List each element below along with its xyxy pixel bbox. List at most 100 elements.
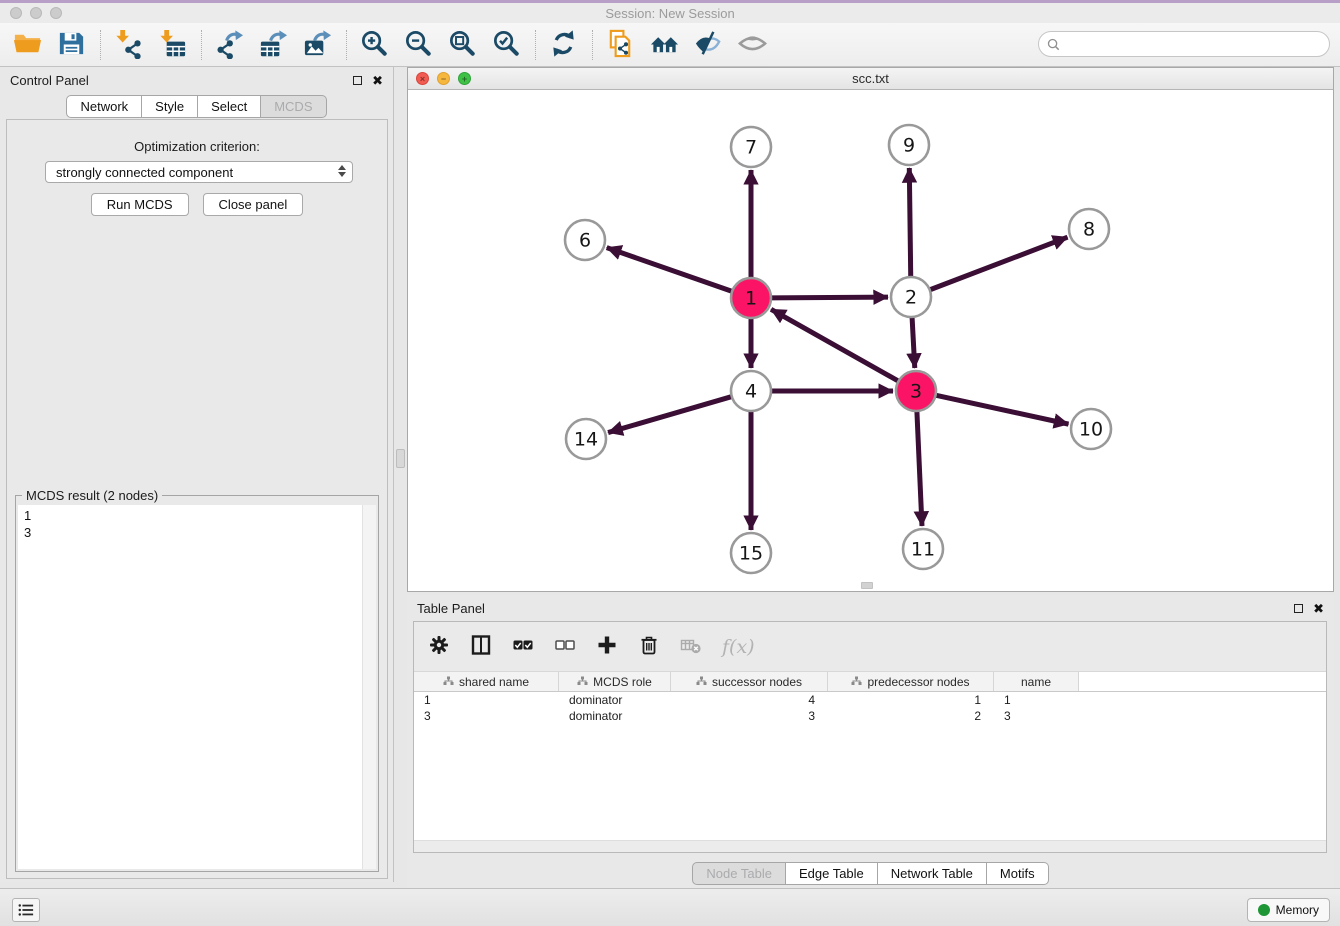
graph-node-11[interactable]: 11 (903, 529, 943, 569)
result-scrollbar[interactable] (362, 505, 376, 869)
network-window-titlebar[interactable]: × − + scc.txt (408, 68, 1333, 90)
close-panel-icon[interactable]: ✖ (372, 74, 383, 87)
function-button[interactable]: f(x) (722, 636, 755, 658)
tab-mcds[interactable]: MCDS (261, 95, 326, 118)
tab-network-table[interactable]: Network Table (878, 862, 987, 885)
edge-4-14[interactable] (608, 397, 732, 433)
delete-table-button[interactable] (680, 634, 702, 659)
zoom-out-icon (403, 28, 434, 62)
import-table-icon (157, 28, 188, 62)
tab-network[interactable]: Network (66, 95, 142, 118)
add-button[interactable] (596, 634, 618, 659)
network-canvas[interactable]: 7 9 6 8 1 2 4 3 14 10 15 11 (408, 90, 1333, 591)
table-cell[interactable]: 1 (994, 692, 1079, 708)
table-row[interactable]: 3dominator323 (414, 708, 1326, 724)
table-cell[interactable]: 1 (828, 692, 994, 708)
edge-2-8[interactable] (930, 237, 1068, 290)
export-network-button[interactable] (210, 26, 248, 64)
hierarchy-icon (851, 675, 862, 689)
float-panel-icon[interactable] (353, 76, 362, 85)
graph-node-2[interactable]: 2 (891, 277, 931, 317)
zoom-fit-button[interactable] (443, 26, 481, 64)
columns-button[interactable] (470, 634, 492, 659)
table-cell[interactable]: dominator (559, 692, 671, 708)
table-cell[interactable]: 2 (828, 708, 994, 724)
edge-3-1[interactable] (771, 309, 899, 381)
svg-text:4: 4 (745, 381, 757, 403)
delete-button[interactable] (638, 634, 660, 659)
table-cell[interactable]: 4 (671, 692, 828, 708)
tab-select[interactable]: Select (198, 95, 261, 118)
tab-node-table[interactable]: Node Table (692, 862, 786, 885)
zoom-in-button[interactable] (355, 26, 393, 64)
column-header-name[interactable]: name (994, 672, 1079, 691)
memory-button[interactable]: Memory (1247, 898, 1330, 922)
table-cell[interactable]: 3 (414, 708, 559, 724)
optimization-criterion-dropdown[interactable]: strongly connected component (45, 161, 353, 183)
table-cell[interactable]: 3 (994, 708, 1079, 724)
edge-1-6[interactable] (607, 248, 732, 292)
table-cell[interactable]: 3 (671, 708, 828, 724)
graph-node-10[interactable]: 10 (1071, 409, 1111, 449)
main-toolbar (0, 23, 1340, 67)
import-table-button[interactable] (153, 26, 191, 64)
graph-node-7[interactable]: 7 (731, 127, 771, 167)
task-history-button[interactable] (12, 898, 40, 922)
show-all-icon (737, 28, 768, 62)
graph-node-14[interactable]: 14 (566, 419, 606, 459)
save-session-button[interactable] (52, 26, 90, 64)
table-hscroll-area[interactable] (414, 840, 1326, 852)
table-panel-header: Table Panel ✖ (407, 595, 1334, 621)
column-header-shared-name[interactable]: shared name (414, 672, 559, 691)
edge-3-10[interactable] (936, 395, 1069, 424)
column-header-filler (1079, 672, 1326, 691)
edge-2-9[interactable] (909, 168, 910, 277)
graph-node-4[interactable]: 4 (731, 371, 771, 411)
unselect-all-button[interactable] (554, 634, 576, 659)
hide-selected-icon (693, 28, 724, 62)
tab-edge-table[interactable]: Edge Table (786, 862, 878, 885)
export-table-button[interactable] (254, 26, 292, 64)
mcds-result-list[interactable]: 1 3 (18, 505, 362, 869)
open-session-button[interactable] (8, 26, 46, 64)
close-panel-button[interactable]: Close panel (203, 193, 304, 216)
graph-node-3[interactable]: 3 (896, 371, 936, 411)
search-field[interactable] (1038, 31, 1330, 57)
graph-node-15[interactable]: 15 (731, 533, 771, 573)
zoom-out-button[interactable] (399, 26, 437, 64)
graph-node-8[interactable]: 8 (1069, 209, 1109, 249)
first-neighbors-button[interactable] (645, 26, 683, 64)
refresh-button[interactable] (544, 26, 582, 64)
graph-node-1[interactable]: 1 (731, 278, 771, 318)
tab-style[interactable]: Style (142, 95, 198, 118)
column-header-predecessor-nodes[interactable]: predecessor nodes (828, 672, 994, 691)
table-row[interactable]: 1dominator411 (414, 692, 1326, 708)
edge-3-11[interactable] (917, 411, 922, 526)
search-input[interactable] (1065, 37, 1329, 52)
hide-selected-button[interactable] (689, 26, 727, 64)
mcds-panel: Optimization criterion: strongly connect… (6, 119, 388, 879)
column-header-successor-nodes[interactable]: successor nodes (671, 672, 828, 691)
graph-node-6[interactable]: 6 (565, 220, 605, 260)
run-mcds-button[interactable]: Run MCDS (91, 193, 189, 216)
vertical-splitter-handle[interactable] (396, 449, 405, 468)
table-cell[interactable]: 1 (414, 692, 559, 708)
float-table-panel-icon[interactable] (1294, 604, 1303, 613)
column-label: name (1021, 675, 1051, 689)
duplicate-network-button[interactable] (601, 26, 639, 64)
export-image-button[interactable] (298, 26, 336, 64)
edge-1-2[interactable] (771, 297, 888, 298)
zoom-selected-button[interactable] (487, 26, 525, 64)
close-table-panel-icon[interactable]: ✖ (1313, 602, 1324, 615)
svg-text:9: 9 (903, 135, 915, 157)
select-all-button[interactable] (512, 634, 534, 659)
table-cell[interactable]: dominator (559, 708, 671, 724)
tab-motifs[interactable]: Motifs (987, 862, 1049, 885)
edge-2-3[interactable] (912, 317, 915, 368)
column-header-MCDS-role[interactable]: MCDS role (559, 672, 671, 691)
canvas-resize-grip[interactable] (861, 582, 873, 589)
import-network-button[interactable] (109, 26, 147, 64)
show-all-button[interactable] (733, 26, 771, 64)
graph-node-9[interactable]: 9 (889, 125, 929, 165)
settings-button[interactable] (428, 634, 450, 659)
